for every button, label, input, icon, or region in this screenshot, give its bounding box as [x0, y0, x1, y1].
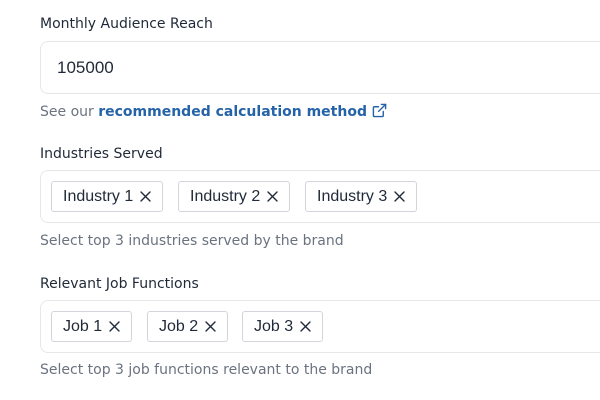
- job-functions-label: Relevant Job Functions: [40, 276, 199, 292]
- audience-reach-label: Monthly Audience Reach: [40, 16, 213, 32]
- audience-reach-helper: See our recommended calculation method: [40, 103, 387, 122]
- job-chip: Job 1: [51, 311, 133, 342]
- job-functions-helper: Select top 3 job functions relevant to t…: [40, 362, 373, 378]
- industry-chip: Industry 3: [305, 181, 418, 212]
- chip-label: Job 2: [159, 317, 199, 335]
- industry-chip: Industry 1: [51, 181, 164, 212]
- industry-chip: Industry 2: [178, 181, 291, 212]
- close-icon[interactable]: [205, 321, 216, 332]
- chip-label: Job 3: [254, 317, 294, 335]
- close-icon[interactable]: [300, 321, 311, 332]
- external-link-icon[interactable]: [372, 103, 387, 122]
- industries-helper: Select top 3 industries served by the br…: [40, 233, 344, 249]
- audience-form: Monthly Audience Reach 105000 See our re…: [0, 0, 600, 400]
- helper-prefix: See our: [40, 104, 99, 120]
- industries-multiselect[interactable]: Industry 1 Industry 2 Industry 3: [40, 170, 600, 223]
- audience-reach-value: 105000: [57, 58, 114, 77]
- industries-served-label: Industries Served: [40, 146, 163, 162]
- chip-label: Job 1: [63, 317, 103, 335]
- close-icon[interactable]: [140, 191, 151, 202]
- calculation-method-link[interactable]: recommended calculation method: [98, 104, 367, 120]
- job-functions-multiselect[interactable]: Job 1 Job 2 Job 3: [40, 300, 600, 353]
- close-icon[interactable]: [109, 321, 120, 332]
- chip-label: Industry 1: [63, 187, 134, 205]
- audience-reach-input[interactable]: 105000: [40, 41, 600, 94]
- close-icon[interactable]: [394, 191, 405, 202]
- job-chip: Job 3: [242, 311, 324, 342]
- job-chip: Job 2: [147, 311, 229, 342]
- chip-label: Industry 3: [317, 187, 388, 205]
- chip-label: Industry 2: [190, 187, 261, 205]
- close-icon[interactable]: [267, 191, 278, 202]
